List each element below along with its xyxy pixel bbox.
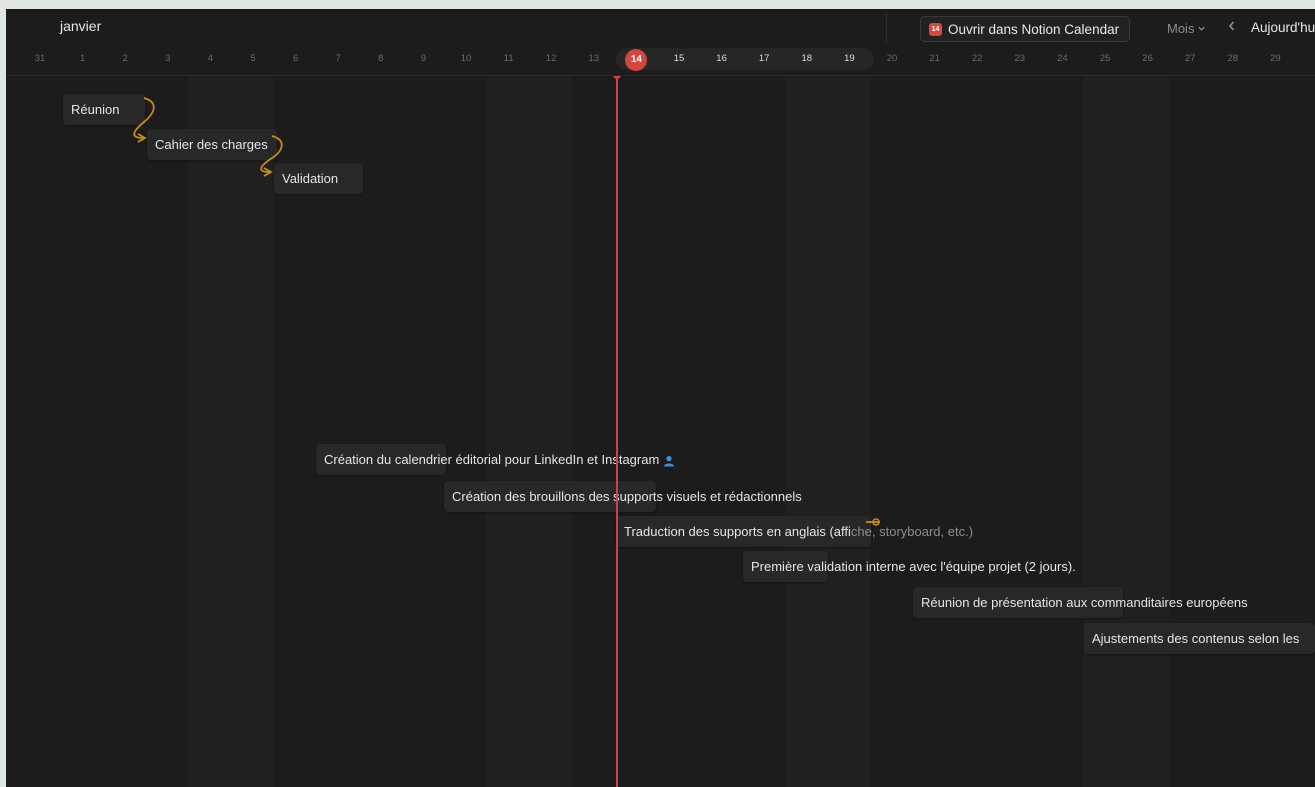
chevron-left-icon <box>1229 21 1235 31</box>
day-label: 25 <box>1099 53 1111 64</box>
person-icon <box>664 455 675 467</box>
day-label: 5 <box>250 53 256 64</box>
day-label: 8 <box>378 53 384 64</box>
day-label: 16 <box>716 53 727 64</box>
timeline-header: janvier 14 Ouvrir dans Notion Calendar M… <box>6 9 1315 76</box>
task-bar[interactable]: Réunion de présentation aux commanditair… <box>913 587 1248 618</box>
today-button[interactable]: Aujourd'hui <box>1251 20 1315 35</box>
previous-button[interactable] <box>1227 19 1237 35</box>
task-label: Création des brouillons des supports vis… <box>452 489 802 504</box>
task-label: Ajustements des contenus selon les <box>1092 631 1300 646</box>
task-bar[interactable]: Validation <box>274 163 363 194</box>
day-label: 1 <box>79 53 86 64</box>
day-label: 9 <box>420 53 427 64</box>
day-label: 4 <box>207 53 214 64</box>
task-label: Cahier des charges <box>155 137 268 152</box>
task-label: Première validation interne avec l'équip… <box>751 559 1076 574</box>
task-label: Création du calendrier éditorial pour Li… <box>324 444 675 475</box>
day-label: 10 <box>460 53 472 64</box>
task-label: Validation <box>282 171 339 186</box>
timeline-app: janvier 14 Ouvrir dans Notion Calendar M… <box>6 9 1315 787</box>
chevron-down-icon <box>1198 26 1206 31</box>
divider <box>886 13 887 43</box>
task-bar[interactable]: Réunion <box>63 94 145 125</box>
open-notion-label: Ouvrir dans Notion Calendar <box>948 21 1120 37</box>
day-label: 13 <box>588 53 600 64</box>
day-label: 24 <box>1057 53 1068 64</box>
task-bar[interactable]: Création du calendrier éditorial pour Li… <box>316 444 675 475</box>
day-label: 11 <box>503 53 514 64</box>
task-bar[interactable]: Traduction des supports en anglais (affi… <box>616 516 973 547</box>
today-line <box>616 74 618 787</box>
task-bar[interactable]: Création des brouillons des supports vis… <box>444 481 802 512</box>
task-label: Traduction des supports en anglais (affi… <box>624 524 974 539</box>
day-label: 29 <box>1270 53 1281 64</box>
day-label: 21 <box>929 53 940 64</box>
day-label: 23 <box>1014 53 1026 64</box>
day-label: 22 <box>971 53 983 64</box>
task-label: Réunion de présentation aux commanditair… <box>921 595 1248 610</box>
view-mode-select[interactable]: Mois <box>1167 21 1206 36</box>
task-bar[interactable]: Première validation interne avec l'équip… <box>743 551 1076 582</box>
view-mode-label: Mois <box>1167 21 1195 36</box>
day-label: 15 <box>673 53 685 64</box>
day-label: 12 <box>545 53 557 64</box>
timeline-grid: Réunion Cahier des charges Validation Cr… <box>6 71 1315 787</box>
day-label: 26 <box>1142 53 1153 64</box>
day-label: 6 <box>292 53 299 64</box>
day-label: 2 <box>122 53 128 64</box>
day-label: 7 <box>335 53 341 64</box>
day-label: 19 <box>844 53 855 64</box>
day-label: 3 <box>165 53 171 64</box>
weekend-column <box>1083 76 1169 787</box>
dependency-arrow-icon <box>137 133 147 143</box>
month-label: janvier <box>60 18 102 34</box>
days-row: 31 1 2 3 4 5 6 7 8 9 10 11 12 13 14 15 16 17 18 19 20 21 22 23 2… <box>6 45 1315 75</box>
day-label: 20 <box>886 53 898 64</box>
weekend-column <box>486 76 572 787</box>
task-label: Réunion <box>71 102 120 117</box>
task-bar[interactable]: Ajustements des contenus selon les <box>1084 623 1315 654</box>
day-label: 18 <box>801 53 813 64</box>
weekend-column <box>188 76 274 787</box>
weekend-column <box>785 76 871 787</box>
day-label: 28 <box>1227 53 1239 64</box>
calendar-icon: 14 <box>929 22 942 36</box>
day-label: 31 <box>34 53 46 64</box>
open-in-notion-calendar-button[interactable]: 14 Ouvrir dans Notion Calendar <box>920 16 1131 42</box>
task-bar[interactable]: Cahier des charges <box>147 129 277 160</box>
day-label: 17 <box>758 53 770 64</box>
day-label: 27 <box>1184 53 1196 64</box>
